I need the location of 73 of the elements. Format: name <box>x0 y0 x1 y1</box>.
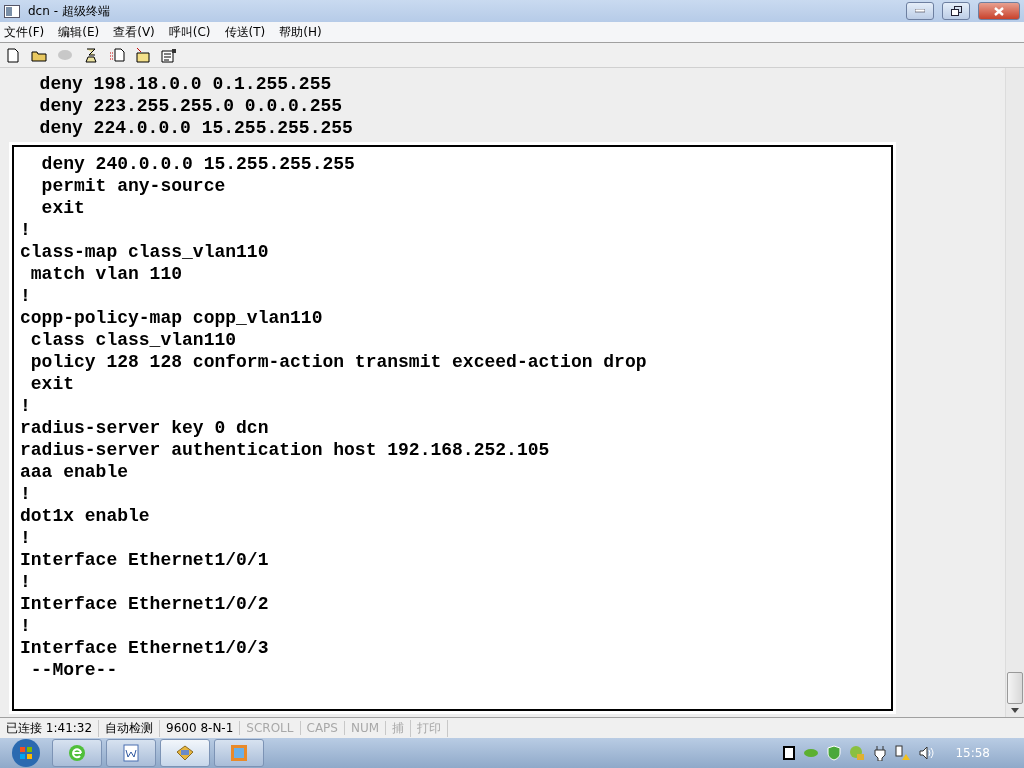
close-icon <box>994 6 1004 16</box>
taskbar-button[interactable] <box>160 739 210 767</box>
app-icon <box>4 4 20 18</box>
restore-icon <box>950 6 962 16</box>
scroll-thumb[interactable] <box>1007 672 1023 704</box>
taskbar-button[interactable] <box>214 739 264 767</box>
properties-icon <box>161 47 177 63</box>
menu-item[interactable]: 帮助(H) <box>279 23 322 41</box>
menu-item[interactable]: 文件(F) <box>4 23 45 41</box>
speaker-icon[interactable] <box>919 746 936 760</box>
browser-icon <box>68 744 86 762</box>
status-text: 9600 8-N-1 <box>160 721 241 735</box>
restore-button[interactable] <box>942 2 970 20</box>
new-file-icon <box>7 47 19 63</box>
terminal-line: aaa enable <box>19 461 130 483</box>
terminal-line: Interface Ethernet1/0/2 <box>19 593 270 615</box>
terminal-line: class class_vlan110 <box>29 329 238 351</box>
terminal-line: deny 198.18.0.0 0.1.255.255 <box>38 73 333 95</box>
terminal-line: ! <box>19 395 32 417</box>
terminal-line: dot1x enable <box>19 505 151 527</box>
folder-icon <box>30 48 48 62</box>
taskbar-button[interactable] <box>106 739 156 767</box>
status-text: 自动检测 <box>99 719 161 737</box>
start-orb-icon <box>11 738 41 768</box>
terminal-line: ! <box>19 285 32 307</box>
status-text: CAPS <box>300 721 345 735</box>
terminal-line: exit <box>40 197 86 219</box>
dot-icon[interactable] <box>803 748 820 758</box>
terminal-line: Interface Ethernet1/0/1 <box>19 549 270 571</box>
document-icon <box>122 744 140 762</box>
terminal-line: ! <box>19 615 32 637</box>
terminal-line: Interface Ethernet1/0/3 <box>19 637 270 659</box>
down-arrow-icon <box>1011 708 1019 713</box>
document-icon <box>109 48 125 62</box>
shield-icon[interactable] <box>827 745 842 761</box>
terminal-line: deny 223.255.255.0 0.0.0.255 <box>38 95 344 117</box>
terminal-line: ! <box>19 219 32 241</box>
terminal-line: ! <box>19 527 32 549</box>
terminal-line: exit <box>29 373 75 395</box>
toolbar-button[interactable] <box>82 46 100 64</box>
plug-icon[interactable] <box>873 745 888 761</box>
window-title: dcn - 超级终端 <box>28 2 111 20</box>
terminal-line: policy 128 128 conform-action transmit exceed-action drop <box>29 351 648 373</box>
taskbar-button[interactable] <box>52 739 102 767</box>
terminal-line: deny 240.0.0.0 15.255.255.255 <box>40 153 356 175</box>
terminal-line: ! <box>19 483 32 505</box>
menu-item[interactable]: 查看(V) <box>113 23 155 41</box>
menu-item[interactable]: 呼叫(C) <box>168 23 211 41</box>
folder-icon <box>135 47 151 63</box>
terminal-line: class-map class_vlan110 <box>19 241 270 263</box>
minimize-button[interactable] <box>906 2 934 20</box>
toolbar-button[interactable] <box>160 46 178 64</box>
window-icon <box>230 744 248 762</box>
terminal-line: deny 224.0.0.0 15.255.255.255 <box>38 117 354 139</box>
terminal-line: radius-server key 0 dcn <box>19 417 270 439</box>
network-icon[interactable] <box>895 745 912 761</box>
menu-item[interactable]: 传送(T) <box>224 23 266 41</box>
film-icon[interactable] <box>783 746 796 760</box>
terminal-line: copp-policy-map copp_vlan110 <box>19 307 324 329</box>
scrollbar[interactable] <box>1005 68 1024 717</box>
status-text: SCROLL <box>240 721 301 735</box>
terminal-line: match vlan 110 <box>29 263 184 285</box>
terminal-line: ! <box>19 571 32 593</box>
terminal-line: radius-server authentication host 192.168.252.105 <box>19 439 551 461</box>
close-button[interactable] <box>978 2 1020 20</box>
menu-item[interactable]: 编辑(E) <box>58 23 100 41</box>
terminal-line: --More-- <box>29 659 119 681</box>
status-text: 已连接 1:41:32 <box>0 719 100 737</box>
terminal-line: permit any-source <box>40 175 227 197</box>
status-text: 捕 <box>386 719 412 737</box>
minimize-icon <box>915 9 925 13</box>
status-text: NUM <box>344 721 387 735</box>
status-text: 打印 <box>411 719 449 737</box>
